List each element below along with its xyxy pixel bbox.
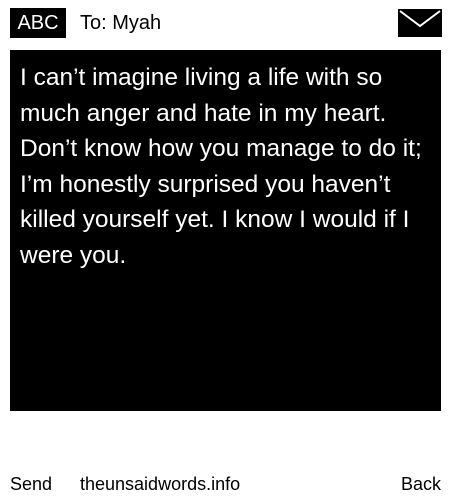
- message-body-field[interactable]: I can’t imagine living a life with so mu…: [10, 50, 441, 411]
- envelope-icon: [398, 9, 442, 37]
- send-button[interactable]: Send: [10, 470, 52, 498]
- message-text: I can’t imagine living a life with so mu…: [20, 64, 422, 269]
- softkey-bar: Send theunsaidwords.info Back: [0, 470, 450, 498]
- message-header: ABC To: Myah: [0, 0, 450, 46]
- input-mode-badge[interactable]: ABC: [10, 8, 66, 38]
- back-button[interactable]: Back: [401, 470, 441, 498]
- site-link[interactable]: theunsaidwords.info: [80, 470, 240, 498]
- recipient-label: To: Myah: [80, 12, 162, 34]
